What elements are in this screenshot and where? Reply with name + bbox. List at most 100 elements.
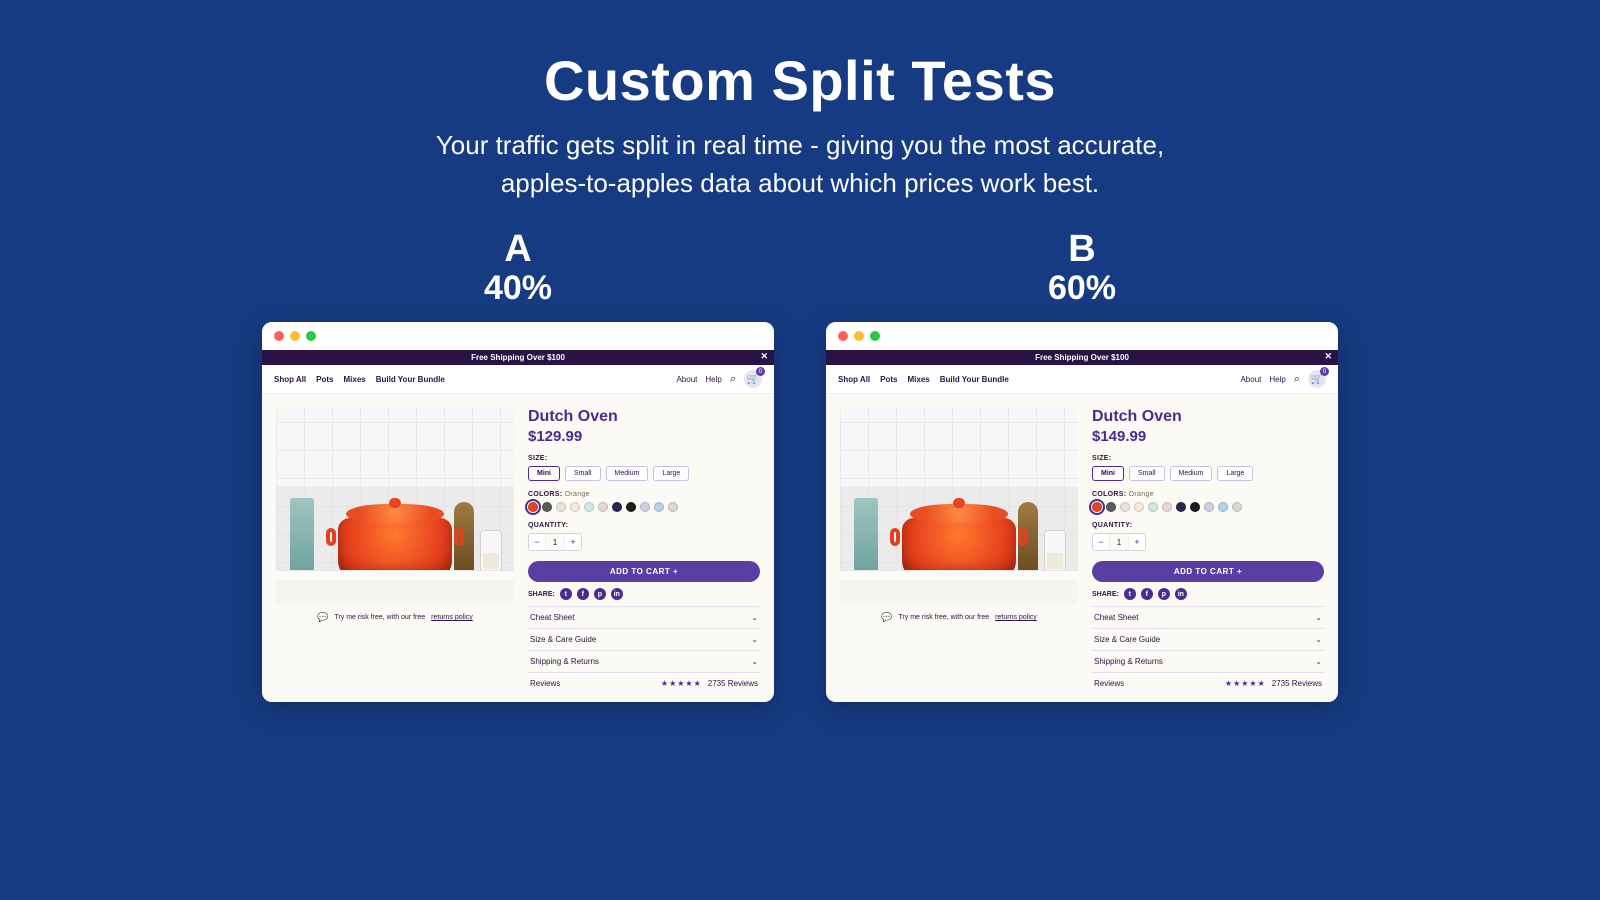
nav-help[interactable]: Help — [1269, 375, 1285, 384]
acc-cheat-sheet[interactable]: Cheat Sheet⌄ — [1092, 606, 1324, 628]
swatch-5[interactable] — [1162, 502, 1172, 512]
nav-shop-all[interactable]: Shop All — [838, 375, 870, 384]
share-linkedin-icon[interactable]: in — [611, 588, 623, 600]
variant-b-card: Free Shipping Over $100 ✕ Shop All Pots … — [826, 322, 1338, 702]
swatch-3[interactable] — [570, 502, 580, 512]
traffic-light-close-icon[interactable] — [838, 331, 848, 341]
acc-shipping[interactable]: Shipping & Returns⌄ — [1092, 650, 1324, 672]
traffic-light-close-icon[interactable] — [274, 331, 284, 341]
acc-cheat-sheet[interactable]: Cheat Sheet⌄ — [528, 606, 760, 628]
nav-mixes[interactable]: Mixes — [344, 375, 366, 384]
add-to-cart-button[interactable]: ADD TO CART + — [528, 561, 760, 582]
swatch-7[interactable] — [1190, 502, 1200, 512]
qty-increment[interactable]: + — [1129, 534, 1145, 550]
swatch-8[interactable] — [640, 502, 650, 512]
nav-mixes[interactable]: Mixes — [908, 375, 930, 384]
nav-about[interactable]: About — [676, 375, 697, 384]
qty-decrement[interactable]: − — [1093, 534, 1109, 550]
traffic-light-max-icon[interactable] — [306, 331, 316, 341]
swatch-5[interactable] — [598, 502, 608, 512]
nav-build-bundle[interactable]: Build Your Bundle — [940, 375, 1009, 384]
acc-reviews[interactable]: Reviews ★★★★★ 2735 Reviews — [528, 672, 760, 694]
qty-value: 1 — [1109, 534, 1129, 550]
size-mini[interactable]: Mini — [1092, 466, 1124, 481]
swatch-2[interactable] — [1120, 502, 1130, 512]
share-twitter-icon[interactable]: t — [1124, 588, 1136, 600]
nav-shop-all[interactable]: Shop All — [274, 375, 306, 384]
swatch-10[interactable] — [1232, 502, 1242, 512]
product-image — [840, 408, 1078, 604]
swatch-6[interactable] — [612, 502, 622, 512]
search-icon[interactable]: ⌕ — [1294, 373, 1300, 386]
size-small[interactable]: Small — [565, 466, 601, 481]
swatch-orange[interactable] — [1092, 502, 1102, 512]
share-facebook-icon[interactable]: f — [1141, 588, 1153, 600]
nav-pots[interactable]: Pots — [880, 375, 897, 384]
swatch-1[interactable] — [542, 502, 552, 512]
swatch-4[interactable] — [1148, 502, 1158, 512]
promo-text: Free Shipping Over $100 — [471, 353, 565, 362]
size-medium[interactable]: Medium — [1170, 466, 1213, 481]
swatch-2[interactable] — [556, 502, 566, 512]
size-label: SIZE: — [1092, 455, 1324, 462]
swatch-6[interactable] — [1176, 502, 1186, 512]
returns-policy-link[interactable]: returns policy — [431, 614, 473, 621]
share-facebook-icon[interactable]: f — [577, 588, 589, 600]
share-pinterest-icon[interactable]: p — [594, 588, 606, 600]
variant-b: B 60% Free Shipping Over $100 ✕ Shop All… — [826, 228, 1338, 702]
acc-size-care[interactable]: Size & Care Guide⌄ — [528, 628, 760, 650]
swatch-7[interactable] — [626, 502, 636, 512]
qty-decrement[interactable]: − — [529, 534, 545, 550]
decor-canister — [290, 498, 314, 572]
promo-close-icon[interactable]: ✕ — [760, 351, 768, 362]
swatch-orange[interactable] — [528, 502, 538, 512]
size-mini[interactable]: Mini — [528, 466, 560, 481]
traffic-light-max-icon[interactable] — [870, 331, 880, 341]
accordion: Cheat Sheet⌄ Size & Care Guide⌄ Shipping… — [1092, 606, 1324, 694]
nav-build-bundle[interactable]: Build Your Bundle — [376, 375, 445, 384]
qty-increment[interactable]: + — [565, 534, 581, 550]
swatch-9[interactable] — [654, 502, 664, 512]
size-large[interactable]: Large — [653, 466, 689, 481]
variant-a-label: A — [262, 228, 774, 271]
swatch-1[interactable] — [1106, 502, 1116, 512]
accordion: Cheat Sheet⌄ Size & Care Guide⌄ Shipping… — [528, 606, 760, 694]
cart-button[interactable]: 🛒 0 — [1308, 370, 1326, 388]
swatch-4[interactable] — [584, 502, 594, 512]
nav-help[interactable]: Help — [705, 375, 721, 384]
colors-label: COLORS: Orange — [528, 491, 760, 498]
traffic-light-min-icon[interactable] — [290, 331, 300, 341]
color-swatches — [528, 502, 760, 512]
share-twitter-icon[interactable]: t — [560, 588, 572, 600]
swatch-10[interactable] — [668, 502, 678, 512]
product-panel: 💬 Try me risk free, with our free return… — [262, 394, 774, 702]
size-large[interactable]: Large — [1217, 466, 1253, 481]
variant-b-percent: 60% — [826, 269, 1338, 308]
variant-b-label: B — [826, 228, 1338, 271]
acc-reviews[interactable]: Reviews ★★★★★ 2735 Reviews — [1092, 672, 1324, 694]
swatch-3[interactable] — [1134, 502, 1144, 512]
cart-count-badge: 0 — [1320, 367, 1329, 376]
size-medium[interactable]: Medium — [606, 466, 649, 481]
nav-about[interactable]: About — [1240, 375, 1261, 384]
search-icon[interactable]: ⌕ — [730, 373, 736, 386]
traffic-light-min-icon[interactable] — [854, 331, 864, 341]
promo-text: Free Shipping Over $100 — [1035, 353, 1129, 362]
product-title: Dutch Oven — [1092, 408, 1324, 426]
nav-pots[interactable]: Pots — [316, 375, 333, 384]
swatch-8[interactable] — [1204, 502, 1214, 512]
promo-close-icon[interactable]: ✕ — [1324, 351, 1332, 362]
share-linkedin-icon[interactable]: in — [1175, 588, 1187, 600]
acc-shipping[interactable]: Shipping & Returns⌄ — [528, 650, 760, 672]
variants-row: A 40% Free Shipping Over $100 ✕ Shop All… — [0, 228, 1600, 702]
product-image — [276, 408, 514, 604]
acc-size-care[interactable]: Size & Care Guide⌄ — [1092, 628, 1324, 650]
risk-free-note: 💬 Try me risk free, with our free return… — [840, 612, 1078, 623]
cart-button[interactable]: 🛒 0 — [744, 370, 762, 388]
share-pinterest-icon[interactable]: p — [1158, 588, 1170, 600]
add-to-cart-button[interactable]: ADD TO CART + — [1092, 561, 1324, 582]
returns-policy-link[interactable]: returns policy — [995, 614, 1037, 621]
size-small[interactable]: Small — [1129, 466, 1165, 481]
swatch-9[interactable] — [1218, 502, 1228, 512]
page-title: Custom Split Tests — [0, 48, 1600, 113]
